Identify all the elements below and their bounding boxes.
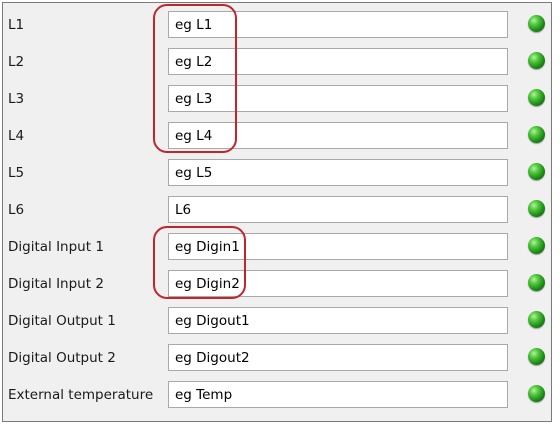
field-label: Digital Input 2: [8, 276, 104, 292]
l6-name-input[interactable]: [168, 196, 508, 223]
field-label: L3: [8, 91, 25, 107]
digital-output-1-name-input[interactable]: [168, 307, 508, 334]
digital-input-1-name-input[interactable]: [168, 233, 508, 260]
external-temperature-name-input[interactable]: [168, 381, 508, 408]
row-l3: L3: [3, 82, 551, 119]
green-led-icon: [528, 237, 545, 254]
green-led-icon: [528, 126, 545, 143]
field-label: L4: [8, 128, 25, 144]
green-led-icon: [528, 274, 545, 291]
green-led-icon: [528, 15, 545, 32]
field-label: L5: [8, 165, 25, 181]
row-l6: L6: [3, 193, 551, 230]
field-label: L1: [8, 17, 25, 33]
row-l4: L4: [3, 119, 551, 156]
green-led-icon: [528, 385, 545, 402]
green-led-icon: [528, 311, 545, 328]
green-led-icon: [528, 89, 545, 106]
green-led-icon: [528, 52, 545, 69]
row-digital-input-2: Digital Input 2: [3, 267, 551, 304]
l4-name-input[interactable]: [168, 122, 508, 149]
row-l5: L5: [3, 156, 551, 193]
field-label: Digital Input 1: [8, 239, 104, 255]
row-l2: L2: [3, 45, 551, 82]
l5-name-input[interactable]: [168, 159, 508, 186]
digital-input-2-name-input[interactable]: [168, 270, 508, 297]
field-label: Digital Output 1: [8, 313, 116, 329]
field-label: L6: [8, 202, 25, 218]
field-label: Digital Output 2: [8, 350, 116, 366]
io-names-panel: L1 L2 L3 L4 L5 L6 Digital Input 1 Digita…: [2, 2, 552, 422]
row-digital-input-1: Digital Input 1: [3, 230, 551, 267]
row-digital-output-2: Digital Output 2: [3, 341, 551, 378]
row-l1: L1: [3, 8, 551, 45]
l1-name-input[interactable]: [168, 11, 508, 38]
green-led-icon: [528, 200, 545, 217]
field-label: L2: [8, 54, 25, 70]
row-digital-output-1: Digital Output 1: [3, 304, 551, 341]
l3-name-input[interactable]: [168, 85, 508, 112]
field-label: External temperature: [8, 387, 154, 403]
green-led-icon: [528, 163, 545, 180]
row-external-temperature: External temperature: [3, 378, 551, 415]
l2-name-input[interactable]: [168, 48, 508, 75]
digital-output-2-name-input[interactable]: [168, 344, 508, 371]
green-led-icon: [528, 348, 545, 365]
